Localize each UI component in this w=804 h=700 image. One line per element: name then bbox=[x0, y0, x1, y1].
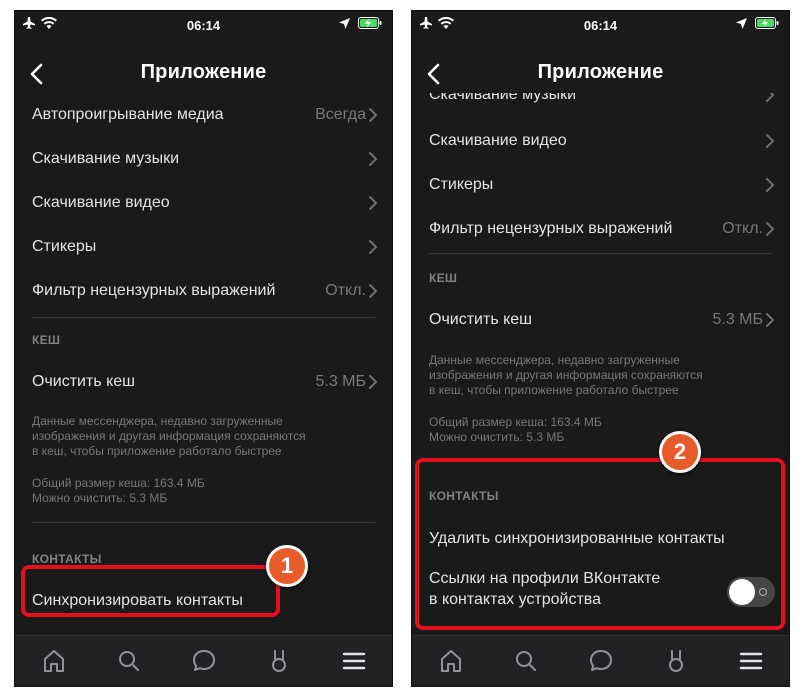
setting-label: Очистить кеш bbox=[32, 373, 136, 390]
page-title: Приложение bbox=[537, 61, 664, 83]
setting-clear-cache[interactable]: Очистить кеш 5.3 МБ bbox=[412, 298, 789, 342]
setting-label: Скачивание музыки bbox=[32, 150, 180, 167]
divider bbox=[429, 253, 772, 254]
messages-icon[interactable] bbox=[588, 648, 614, 674]
tab-bar bbox=[412, 635, 789, 686]
setting-label: Стикеры bbox=[32, 238, 97, 255]
status-time: 06:14 bbox=[186, 18, 221, 33]
search-icon[interactable] bbox=[513, 648, 539, 674]
location-icon bbox=[339, 17, 350, 29]
nav-bar: Приложение bbox=[412, 47, 789, 99]
step-badge-1: 1 bbox=[266, 545, 308, 587]
setting-value: Всегда bbox=[315, 106, 366, 123]
setting-autoplay-media[interactable]: Автопроигрывание медиа Всегда bbox=[15, 93, 392, 137]
setting-download-video[interactable]: Скачивание видео bbox=[412, 119, 789, 163]
setting-label: Скачивание музыки bbox=[429, 93, 577, 103]
chevron-right-icon bbox=[369, 375, 378, 389]
setting-label: Фильтр нецензурных выражений bbox=[32, 282, 276, 299]
home-icon[interactable] bbox=[41, 648, 67, 674]
highlight-sync-contacts bbox=[21, 565, 280, 617]
setting-profanity-filter[interactable]: Фильтр нецензурных выражений Откл. bbox=[15, 269, 392, 313]
battery-charging-icon bbox=[358, 17, 382, 29]
setting-download-music[interactable]: Скачивание музыки bbox=[15, 137, 392, 181]
step-badge-2: 2 bbox=[659, 431, 701, 473]
setting-label: Очистить кеш bbox=[429, 311, 533, 328]
section-title-contacts: КОНТАКТЫ bbox=[32, 552, 102, 566]
chevron-right-icon bbox=[369, 152, 378, 166]
menu-icon[interactable] bbox=[341, 648, 367, 674]
setting-value: Откл. bbox=[325, 282, 366, 299]
clips-icon[interactable] bbox=[266, 648, 292, 674]
status-time: 06:14 bbox=[583, 18, 618, 33]
chevron-right-icon bbox=[766, 178, 775, 192]
status-bar: 06:14 bbox=[412, 11, 789, 39]
tab-bar bbox=[15, 635, 392, 686]
divider bbox=[32, 317, 375, 318]
location-icon bbox=[736, 17, 747, 29]
setting-label: Стикеры bbox=[429, 176, 494, 193]
setting-label: Скачивание видео bbox=[429, 132, 567, 149]
cache-description: Данные мессенджера, недавно загруженные … bbox=[32, 414, 306, 458]
cache-size-info: Общий размер кеша: 163.4 МБ Можно очисти… bbox=[32, 476, 205, 505]
setting-label: Скачивание видео bbox=[32, 194, 170, 211]
chevron-right-icon bbox=[369, 240, 378, 254]
chevron-right-icon bbox=[369, 196, 378, 210]
chevron-right-icon bbox=[766, 222, 775, 236]
page-title: Приложение bbox=[140, 61, 267, 83]
chevron-right-icon bbox=[766, 134, 775, 148]
clips-icon[interactable] bbox=[663, 648, 689, 674]
messages-icon[interactable] bbox=[191, 648, 217, 674]
setting-label: Автопроигрывание медиа bbox=[32, 106, 224, 123]
menu-icon[interactable] bbox=[738, 648, 764, 674]
section-title-cache: КЕШ bbox=[429, 271, 458, 285]
battery-charging-icon bbox=[755, 17, 779, 29]
chevron-right-icon bbox=[369, 108, 378, 122]
chevron-right-icon bbox=[766, 313, 775, 327]
chevron-right-icon bbox=[766, 93, 775, 102]
setting-download-music[interactable]: Скачивание музыки bbox=[412, 93, 789, 117]
home-icon[interactable] bbox=[438, 648, 464, 674]
setting-label: Фильтр нецензурных выражений bbox=[429, 220, 673, 237]
setting-stickers[interactable]: Стикеры bbox=[15, 225, 392, 269]
setting-value: Откл. bbox=[722, 220, 763, 237]
cache-size-info: Общий размер кеша: 163.4 МБ Можно очисти… bbox=[429, 415, 602, 444]
setting-value: 5.3 МБ bbox=[712, 311, 763, 328]
chevron-right-icon bbox=[369, 284, 378, 298]
section-title-cache: КЕШ bbox=[32, 333, 61, 347]
cache-description: Данные мессенджера, недавно загруженные … bbox=[429, 353, 703, 397]
setting-stickers[interactable]: Стикеры bbox=[412, 163, 789, 207]
status-bar: 06:14 bbox=[15, 11, 392, 39]
setting-value: 5.3 МБ bbox=[315, 373, 366, 390]
divider bbox=[32, 522, 375, 523]
setting-clear-cache[interactable]: Очистить кеш 5.3 МБ bbox=[15, 360, 392, 404]
highlight-contacts-section bbox=[415, 458, 785, 630]
setting-profanity-filter[interactable]: Фильтр нецензурных выражений Откл. bbox=[412, 207, 789, 251]
setting-download-video[interactable]: Скачивание видео bbox=[15, 181, 392, 225]
settings-list: Автопроигрывание медиа Всегда Скачивание… bbox=[15, 91, 392, 636]
search-icon[interactable] bbox=[116, 648, 142, 674]
